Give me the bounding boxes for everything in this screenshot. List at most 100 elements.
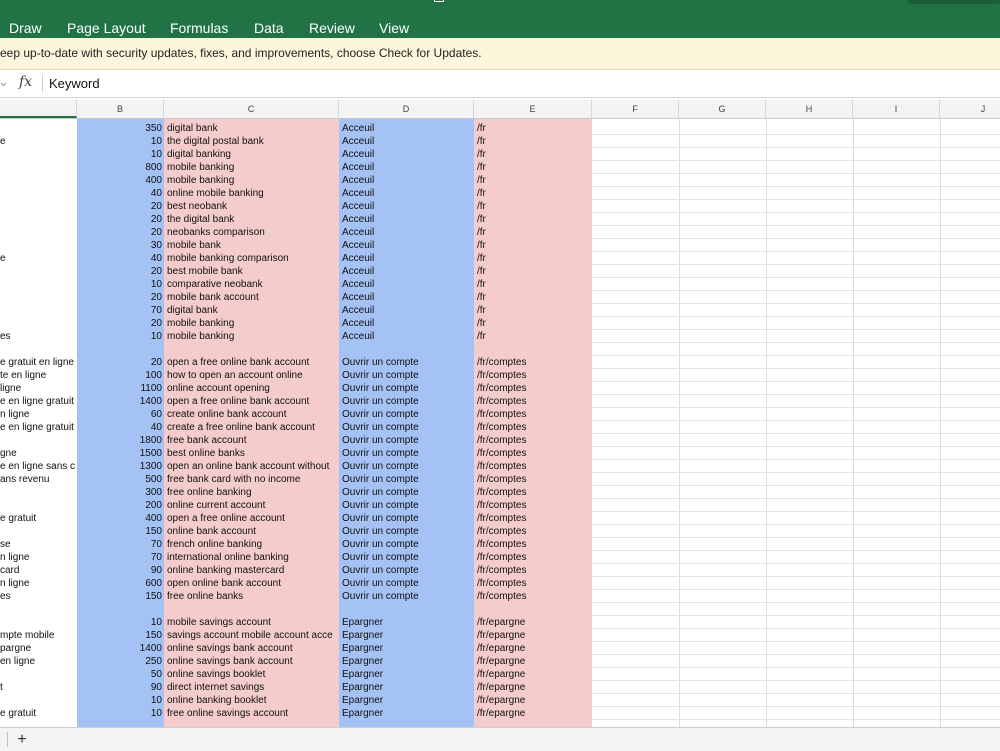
cell-page[interactable]: Acceuil bbox=[342, 239, 472, 252]
fx-icon[interactable]: fx bbox=[19, 74, 32, 90]
cell-page[interactable]: Ouvrir un compte bbox=[342, 499, 472, 512]
cell-keyword[interactable]: open an online bank account without bbox=[167, 460, 339, 473]
cell-page[interactable]: Ouvrir un compte bbox=[342, 447, 472, 460]
cell-volume[interactable]: 800 bbox=[77, 161, 162, 174]
cell-a[interactable]: n ligne bbox=[0, 408, 77, 421]
formula-input[interactable]: Keyword bbox=[49, 76, 100, 91]
cell-url[interactable]: /fr/comptes bbox=[477, 421, 592, 434]
cell-volume[interactable]: 20 bbox=[77, 226, 162, 239]
tab-review[interactable]: Review bbox=[309, 19, 355, 37]
cell-page[interactable]: Ouvrir un compte bbox=[342, 512, 472, 525]
cell-page[interactable]: Ouvrir un compte bbox=[342, 382, 472, 395]
cell-volume[interactable]: 10 bbox=[77, 135, 162, 148]
cell-url[interactable]: /fr bbox=[477, 161, 592, 174]
cell-volume[interactable]: 150 bbox=[77, 590, 162, 603]
cell-keyword[interactable]: the digital bank bbox=[167, 213, 339, 226]
cell-volume[interactable]: 40 bbox=[77, 421, 162, 434]
cell-page[interactable]: Acceuil bbox=[342, 291, 472, 304]
cell-page[interactable]: Ouvrir un compte bbox=[342, 538, 472, 551]
cell-keyword[interactable]: online banking booklet bbox=[167, 694, 339, 707]
cell-a[interactable]: en ligne bbox=[0, 655, 77, 668]
cell-keyword[interactable]: free bank card with no income bbox=[167, 473, 339, 486]
cell-url[interactable]: /fr bbox=[477, 135, 592, 148]
column-header-g[interactable]: G bbox=[679, 100, 766, 118]
cell-page[interactable]: Acceuil bbox=[342, 330, 472, 343]
cell-a[interactable]: n ligne bbox=[0, 577, 77, 590]
cell-volume[interactable]: 600 bbox=[77, 577, 162, 590]
cell-keyword[interactable]: open a free online bank account bbox=[167, 356, 339, 369]
cell-page[interactable]: Acceuil bbox=[342, 317, 472, 330]
cell-url[interactable]: /fr bbox=[477, 239, 592, 252]
column-header-b[interactable]: B bbox=[77, 100, 164, 118]
cell-url[interactable]: /fr/epargne bbox=[477, 694, 592, 707]
column-header-i[interactable]: I bbox=[853, 100, 940, 118]
cell-keyword[interactable]: create a free online bank account bbox=[167, 421, 339, 434]
cell-url[interactable]: /fr/epargne bbox=[477, 629, 592, 642]
cell-keyword[interactable]: free online savings account bbox=[167, 707, 339, 720]
cell-keyword[interactable]: mobile savings account bbox=[167, 616, 339, 629]
cell-keyword[interactable]: online account opening bbox=[167, 382, 339, 395]
tab-page-layout[interactable]: Page Layout bbox=[67, 19, 146, 37]
cell-volume[interactable]: 1300 bbox=[77, 460, 162, 473]
cell-keyword[interactable]: free online banks bbox=[167, 590, 339, 603]
cell-page[interactable]: Ouvrir un compte bbox=[342, 486, 472, 499]
cell-page[interactable]: Ouvrir un compte bbox=[342, 356, 472, 369]
cell-page[interactable]: Epargner bbox=[342, 668, 472, 681]
cell-a[interactable]: e gratuit bbox=[0, 512, 77, 525]
cell-page[interactable]: Ouvrir un compte bbox=[342, 590, 472, 603]
cell-url[interactable]: /fr bbox=[477, 148, 592, 161]
cell-page[interactable]: Ouvrir un compte bbox=[342, 460, 472, 473]
cell-keyword[interactable]: best mobile bank bbox=[167, 265, 339, 278]
cell-keyword[interactable]: french online banking bbox=[167, 538, 339, 551]
column-header-j[interactable]: J bbox=[940, 100, 1000, 118]
cell-url[interactable]: /fr/comptes bbox=[477, 512, 592, 525]
cell-url[interactable]: /fr/epargne bbox=[477, 668, 592, 681]
cell-keyword[interactable]: mobile banking bbox=[167, 161, 339, 174]
cell-url[interactable]: /fr/comptes bbox=[477, 382, 592, 395]
cell-url[interactable]: /fr/comptes bbox=[477, 525, 592, 538]
cell-a[interactable]: es bbox=[0, 590, 77, 603]
cell-url[interactable]: /fr bbox=[477, 291, 592, 304]
cell-page[interactable]: Acceuil bbox=[342, 226, 472, 239]
cell-a[interactable]: te en ligne bbox=[0, 369, 77, 382]
cell-keyword[interactable]: the digital postal bank bbox=[167, 135, 339, 148]
cell-volume[interactable]: 90 bbox=[77, 564, 162, 577]
cell-page[interactable]: Ouvrir un compte bbox=[342, 408, 472, 421]
cell-keyword[interactable]: free bank account bbox=[167, 434, 339, 447]
cell-volume[interactable]: 10 bbox=[77, 616, 162, 629]
cell-keyword[interactable]: create online bank account bbox=[167, 408, 339, 421]
cell-url[interactable]: /fr bbox=[477, 330, 592, 343]
cell-volume[interactable]: 40 bbox=[77, 187, 162, 200]
cell-volume[interactable]: 400 bbox=[77, 174, 162, 187]
cell-page[interactable]: Ouvrir un compte bbox=[342, 434, 472, 447]
cell-volume[interactable]: 150 bbox=[77, 629, 162, 642]
cell-a[interactable]: ans revenu bbox=[0, 473, 77, 486]
cell-url[interactable]: /fr/comptes bbox=[477, 395, 592, 408]
cell-volume[interactable]: 1400 bbox=[77, 395, 162, 408]
cell-volume[interactable]: 20 bbox=[77, 317, 162, 330]
cell-url[interactable]: /fr/epargne bbox=[477, 642, 592, 655]
cell-volume[interactable]: 20 bbox=[77, 200, 162, 213]
search-box-fragment[interactable] bbox=[908, 0, 1000, 4]
cell-keyword[interactable]: best neobank bbox=[167, 200, 339, 213]
cell-keyword[interactable]: how to open an account online bbox=[167, 369, 339, 382]
cell-url[interactable]: /fr bbox=[477, 174, 592, 187]
cell-keyword[interactable]: savings account mobile account acce bbox=[167, 629, 339, 642]
cell-url[interactable]: /fr/comptes bbox=[477, 369, 592, 382]
cell-volume[interactable]: 90 bbox=[77, 681, 162, 694]
cell-page[interactable]: Acceuil bbox=[342, 135, 472, 148]
cell-volume[interactable]: 70 bbox=[77, 551, 162, 564]
cell-page[interactable]: Acceuil bbox=[342, 278, 472, 291]
cell-volume[interactable]: 150 bbox=[77, 525, 162, 538]
cell-keyword[interactable]: free online banking bbox=[167, 486, 339, 499]
cell-url[interactable]: /fr/epargne bbox=[477, 616, 592, 629]
cell-page[interactable]: Acceuil bbox=[342, 122, 472, 135]
cell-keyword[interactable]: online savings booklet bbox=[167, 668, 339, 681]
cell-url[interactable]: /fr/comptes bbox=[477, 460, 592, 473]
cell-a[interactable]: e en ligne sans c bbox=[0, 460, 77, 473]
cell-volume[interactable]: 1800 bbox=[77, 434, 162, 447]
cell-page[interactable]: Ouvrir un compte bbox=[342, 369, 472, 382]
cell-page[interactable]: Epargner bbox=[342, 629, 472, 642]
cell-keyword[interactable]: online current account bbox=[167, 499, 339, 512]
cell-page[interactable]: Ouvrir un compte bbox=[342, 473, 472, 486]
